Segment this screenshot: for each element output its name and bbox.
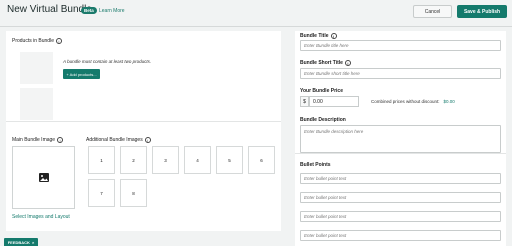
learn-more-link[interactable]: Learn More bbox=[99, 8, 125, 14]
bundle-title-label-text: Bundle Title bbox=[300, 33, 329, 39]
additional-image-slot[interactable]: 6 bbox=[248, 146, 275, 174]
bundle-title-label: Bundle Title i bbox=[300, 33, 337, 39]
bundle-description-textarea[interactable]: Enter Bundle description here bbox=[300, 125, 501, 153]
additional-images-label-text: Additional Bundle Images bbox=[86, 137, 143, 143]
bundle-description-label: Bundle Description bbox=[300, 117, 346, 123]
bullet-point-input[interactable]: Enter bullet point text bbox=[300, 192, 501, 203]
bundle-short-title-label-text: Bundle Short Title bbox=[300, 60, 343, 66]
additional-image-slot[interactable]: 1 bbox=[88, 146, 115, 174]
image-icon bbox=[38, 173, 49, 182]
combined-price-text: Combined prices without discount: $0.00 bbox=[371, 99, 455, 104]
additional-images-label: Additional Bundle Images i bbox=[86, 137, 151, 143]
additional-image-slot[interactable]: 8 bbox=[120, 179, 147, 207]
product-slot bbox=[20, 52, 53, 84]
section-divider bbox=[295, 153, 506, 154]
close-icon[interactable]: × bbox=[32, 240, 34, 245]
info-icon[interactable]: i bbox=[330, 33, 337, 39]
additional-image-slot[interactable]: 7 bbox=[88, 179, 115, 207]
bullet-point-input[interactable]: Enter bullet point text bbox=[300, 173, 501, 184]
bundle-requirement-note: A bundle must contain at least two produ… bbox=[63, 59, 152, 64]
bundle-title-input[interactable]: Enter Bundle title here bbox=[300, 40, 501, 51]
main-image-dropzone[interactable] bbox=[12, 146, 75, 209]
info-icon[interactable]: i bbox=[57, 137, 64, 143]
info-icon[interactable]: i bbox=[344, 60, 351, 66]
combined-price-label: Combined prices without discount: bbox=[371, 99, 440, 104]
page-title: New Virtual Bundle bbox=[7, 4, 92, 15]
feedback-label: FEEDBACK bbox=[7, 239, 30, 245]
top-bar: New Virtual Bundle Beta Learn More Cance… bbox=[0, 0, 512, 26]
bundle-price-input[interactable]: 0.00 bbox=[309, 96, 359, 107]
cancel-button[interactable]: Cancel bbox=[413, 5, 452, 18]
additional-image-slot[interactable]: 5 bbox=[216, 146, 243, 174]
save-publish-button[interactable]: Save & Publish bbox=[457, 5, 507, 18]
add-products-button[interactable]: + Add products... bbox=[63, 69, 100, 79]
product-slot bbox=[20, 88, 53, 120]
bundle-short-title-input[interactable]: Enter Bundle short title here bbox=[300, 68, 501, 79]
beta-badge: Beta bbox=[81, 7, 97, 14]
section-divider bbox=[6, 121, 281, 122]
info-icon[interactable]: i bbox=[144, 137, 151, 143]
products-label-text: Products in Bundle bbox=[12, 38, 54, 44]
additional-image-slot[interactable]: 4 bbox=[184, 146, 211, 174]
additional-image-slot[interactable]: 3 bbox=[152, 146, 179, 174]
bullet-point-input[interactable]: Enter bullet point text bbox=[300, 230, 501, 241]
bullet-points-label: Bullet Points bbox=[300, 162, 331, 168]
additional-image-slot[interactable]: 2 bbox=[120, 146, 147, 174]
bundle-details-panel: Bundle Title i Enter Bundle title here B… bbox=[295, 31, 506, 246]
bundle-content-panel: Products in Bundle i A bundle must conta… bbox=[6, 31, 281, 231]
bundle-short-title-label: Bundle Short Title i bbox=[300, 60, 351, 66]
main-image-label-text: Main Bundle Image bbox=[12, 137, 56, 143]
main-image-label: Main Bundle Image i bbox=[12, 137, 64, 143]
feedback-tab[interactable]: FEEDBACK × bbox=[4, 238, 38, 246]
select-images-link[interactable]: Select Images and Layout bbox=[12, 214, 70, 220]
header-divider bbox=[0, 26, 512, 27]
bundle-price-label: Your Bundle Price bbox=[300, 88, 343, 94]
combined-price-value: $0.00 bbox=[443, 99, 455, 104]
bullet-point-input[interactable]: Enter bullet point text bbox=[300, 211, 501, 222]
info-icon[interactable]: i bbox=[55, 38, 62, 44]
currency-prefix: $ bbox=[300, 96, 309, 107]
products-section-label: Products in Bundle i bbox=[12, 38, 62, 44]
